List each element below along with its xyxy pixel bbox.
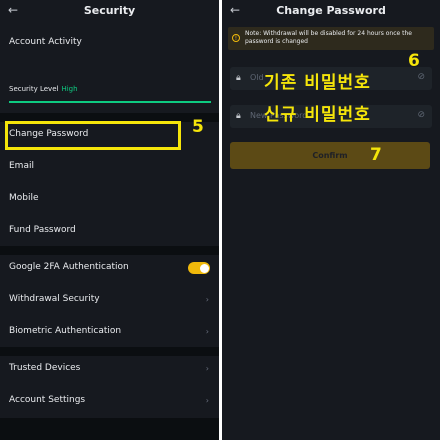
change-password-screen: ← Change Password ! Note: Withdrawal wil… <box>222 0 440 440</box>
page-title: Change Password <box>276 4 386 17</box>
page-title: Security <box>83 4 136 17</box>
security-screen: ← Security Account Activity Security Lev… <box>0 0 219 440</box>
bottom-area <box>0 418 219 440</box>
annotation-old-password: 기존 비밀번호 <box>264 73 371 93</box>
account-settings-item[interactable]: Account Settings <box>9 395 85 405</box>
section-divider <box>0 347 219 356</box>
account-activity-item[interactable]: Account Activity <box>9 37 82 47</box>
email-item[interactable]: Email <box>9 161 34 171</box>
security-level-bar <box>9 101 211 103</box>
change-password-header: ← Change Password <box>222 0 440 22</box>
biometric-authentication-item[interactable]: Biometric Authentication <box>9 326 121 336</box>
highlight-box <box>5 121 181 150</box>
toggle-knob <box>199 263 209 273</box>
eye-off-icon[interactable]: ⊘ <box>417 110 425 120</box>
security-level: Security Level High <box>9 85 78 93</box>
confirm-button[interactable]: Confirm <box>230 142 430 169</box>
annotation-step-6: 6 <box>408 51 420 71</box>
fund-password-item[interactable]: Fund Password <box>9 225 76 235</box>
security-level-label: Security Level <box>9 85 59 93</box>
info-icon: ! <box>232 34 240 42</box>
lock-icon: 🔒︎ <box>236 111 241 121</box>
section-divider <box>0 246 219 255</box>
google-2fa-toggle[interactable] <box>188 262 210 274</box>
google-2fa-item[interactable]: Google 2FA Authentication <box>9 262 129 272</box>
old-password-placeholder: Old <box>250 73 264 82</box>
withdrawal-notice: ! Note: Withdrawal will be disabled for … <box>228 27 434 50</box>
lock-icon: 🔒︎ <box>236 73 241 83</box>
trusted-devices-item[interactable]: Trusted Devices <box>9 363 80 373</box>
annotation-step-5: 5 <box>192 117 204 137</box>
security-header: ← Security <box>0 0 219 22</box>
notice-text: Note: Withdrawal will be disabled for 24… <box>245 30 412 45</box>
mobile-item[interactable]: Mobile <box>9 193 39 203</box>
chevron-right-icon: › <box>205 295 209 304</box>
chevron-right-icon: › <box>205 327 209 336</box>
chevron-right-icon: › <box>205 364 209 373</box>
security-level-value: High <box>61 85 78 93</box>
annotation-new-password: 신규 비밀번호 <box>264 105 371 125</box>
eye-off-icon[interactable]: ⊘ <box>417 72 425 82</box>
chevron-right-icon: › <box>205 396 209 405</box>
annotation-step-7: 7 <box>370 145 382 165</box>
withdrawal-security-item[interactable]: Withdrawal Security <box>9 294 100 304</box>
